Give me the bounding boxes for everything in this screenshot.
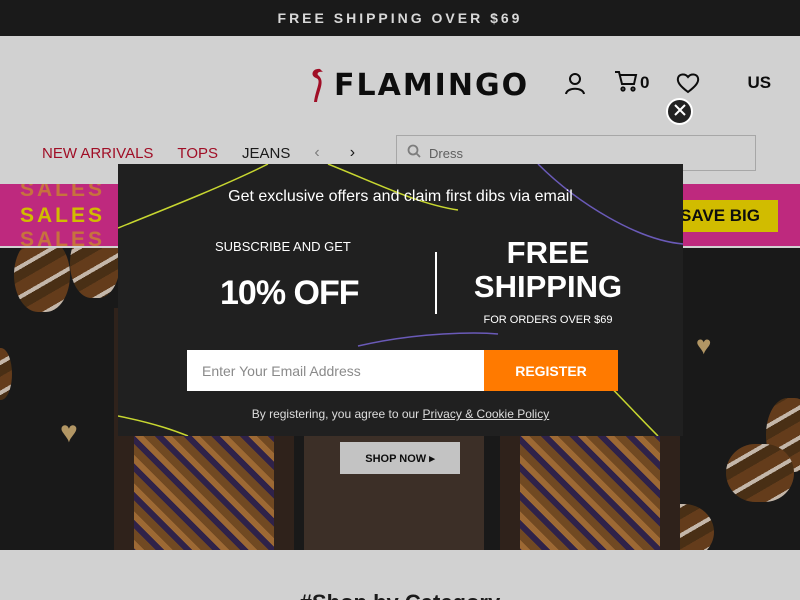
close-modal-button[interactable]	[666, 98, 693, 125]
register-button[interactable]: REGISTER	[484, 350, 618, 391]
page: FREE SHIPPING OVER $69 FLAMINGO 0 US NEW…	[0, 0, 800, 600]
privacy-policy-link[interactable]: Privacy & Cookie Policy	[423, 407, 550, 421]
subscribe-label: SUBSCRIBE AND GET	[215, 239, 351, 254]
discount-text: 10% OFF	[220, 274, 359, 312]
free-shipping-title: FREE SHIPPING	[473, 235, 623, 304]
free-shipping-text: FREE SHIPPING OVER $69	[277, 10, 523, 26]
email-field[interactable]	[187, 350, 484, 391]
terms-text: By registering, you agree to our Privacy…	[118, 407, 683, 421]
modal-divider	[435, 252, 437, 314]
free-shipping-bar: FREE SHIPPING OVER $69	[0, 0, 800, 36]
terms-prefix: By registering, you agree to our	[251, 407, 423, 421]
modal-headline: Get exclusive offers and claim first dib…	[228, 188, 573, 205]
subscribe-modal: Get exclusive offers and claim first dib…	[118, 164, 683, 436]
free-shipping-condition: FOR ORDERS OVER $69	[483, 314, 613, 326]
close-icon	[673, 103, 686, 121]
